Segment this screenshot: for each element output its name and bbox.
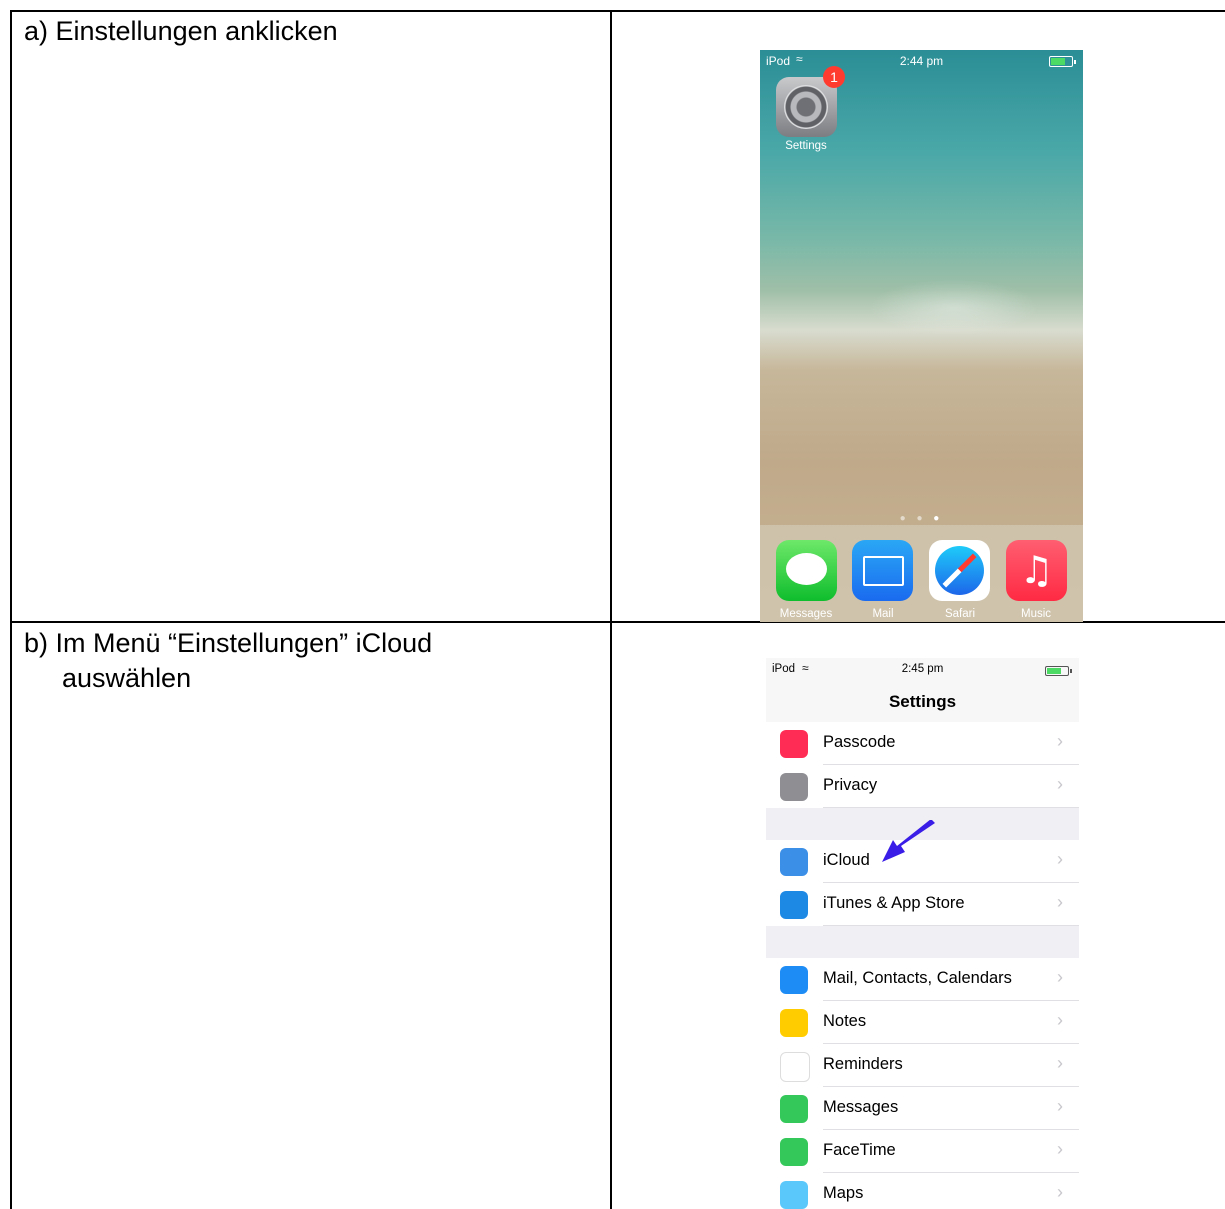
app-store-icon bbox=[780, 891, 808, 919]
dock-label-mail: Mail bbox=[872, 608, 894, 620]
settings-row-reminders[interactable]: Reminders › bbox=[766, 1044, 1079, 1087]
settings-row-label: Maps bbox=[823, 1184, 864, 1202]
notes-icon bbox=[780, 1009, 808, 1037]
settings-row-label: iTunes & App Store bbox=[823, 894, 965, 912]
messages-icon bbox=[780, 1095, 808, 1123]
status-time: 2:45 pm bbox=[901, 663, 944, 675]
settings-row-label: Privacy bbox=[823, 776, 878, 794]
chevron-right-icon: › bbox=[1057, 849, 1063, 869]
chevron-right-icon: › bbox=[1057, 1139, 1063, 1159]
settings-row-facetime[interactable]: FaceTime › bbox=[766, 1130, 1079, 1173]
chevron-right-icon: › bbox=[1057, 892, 1063, 912]
settings-row-label: Mail, Contacts, Calendars bbox=[823, 969, 1012, 987]
row-separator bbox=[823, 925, 1079, 926]
status-time: 2:44 pm bbox=[899, 54, 944, 68]
dock: Messages Mail Safari Music bbox=[760, 525, 1083, 622]
mail-app-icon[interactable] bbox=[852, 540, 913, 601]
settings-screenshot: iPod ≈ 2:45 pm Settings Passcode › Privacy… bbox=[766, 658, 1079, 1209]
music-app-icon[interactable] bbox=[1006, 540, 1067, 601]
settings-row-messages[interactable]: Messages › bbox=[766, 1087, 1079, 1130]
messages-app-icon[interactable] bbox=[776, 540, 837, 601]
step-b-text-line2: auswählen bbox=[62, 663, 192, 693]
home-screen-screenshot: iPod ≈ 2:44 pm 1 Settings ● ● ● Messages… bbox=[760, 50, 1083, 622]
page-indicator: ● ● ● bbox=[899, 513, 944, 524]
notification-badge: 1 bbox=[823, 66, 845, 88]
section-gap bbox=[766, 926, 1079, 958]
dock-label-messages: Messages bbox=[779, 608, 833, 620]
battery-icon bbox=[1045, 666, 1072, 676]
facetime-icon bbox=[780, 1138, 808, 1166]
battery-icon bbox=[1049, 56, 1076, 67]
safari-app-icon[interactable] bbox=[929, 540, 990, 601]
status-bar: iPod ≈ 2:45 pm bbox=[766, 658, 1079, 680]
mail-icon bbox=[780, 966, 808, 994]
settings-row-label: Notes bbox=[823, 1012, 867, 1030]
table-column-divider bbox=[610, 10, 612, 1209]
table-border-left bbox=[10, 10, 12, 1209]
settings-row-itunes-app-store[interactable]: iTunes & App Store › bbox=[766, 883, 1079, 926]
settings-row-privacy[interactable]: Privacy › bbox=[766, 765, 1079, 808]
reminders-icon bbox=[780, 1052, 810, 1082]
chevron-right-icon: › bbox=[1057, 774, 1063, 794]
passcode-icon bbox=[780, 730, 808, 758]
chevron-right-icon: › bbox=[1057, 731, 1063, 751]
settings-row-mail-contacts-calendars[interactable]: Mail, Contacts, Calendars › bbox=[766, 958, 1079, 1001]
settings-row-label: Passcode bbox=[823, 733, 896, 751]
gear-icon bbox=[784, 85, 828, 129]
settings-app-label: Settings bbox=[785, 140, 827, 152]
status-bar: iPod ≈ 2:44 pm bbox=[760, 50, 1083, 72]
chevron-right-icon: › bbox=[1057, 1010, 1063, 1030]
icloud-icon bbox=[780, 848, 808, 876]
settings-row-label: iCloud bbox=[823, 851, 870, 869]
settings-row-maps[interactable]: Maps › bbox=[766, 1173, 1079, 1209]
maps-icon bbox=[780, 1181, 808, 1209]
row-separator bbox=[823, 807, 1079, 808]
chevron-right-icon: › bbox=[1057, 967, 1063, 987]
privacy-icon bbox=[780, 773, 808, 801]
settings-row-passcode[interactable]: Passcode › bbox=[766, 722, 1079, 765]
settings-row-label: FaceTime bbox=[823, 1141, 896, 1159]
step-b-text-line1: b) Im Menü “Einstellungen” iCloud bbox=[24, 628, 433, 658]
chevron-right-icon: › bbox=[1057, 1096, 1063, 1116]
chevron-right-icon: › bbox=[1057, 1182, 1063, 1202]
settings-row-label: Messages bbox=[823, 1098, 899, 1116]
dock-label-music: Music bbox=[1020, 608, 1052, 620]
pointer-arrow-icon bbox=[882, 820, 935, 862]
page-title: Settings bbox=[888, 692, 957, 711]
dock-label-safari: Safari bbox=[944, 608, 976, 620]
chevron-right-icon: › bbox=[1057, 1053, 1063, 1073]
step-a-text: a) Einstellungen anklicken bbox=[24, 16, 338, 46]
table-border-top bbox=[10, 10, 1225, 12]
settings-row-label: Reminders bbox=[823, 1055, 903, 1073]
settings-row-notes[interactable]: Notes › bbox=[766, 1001, 1079, 1044]
